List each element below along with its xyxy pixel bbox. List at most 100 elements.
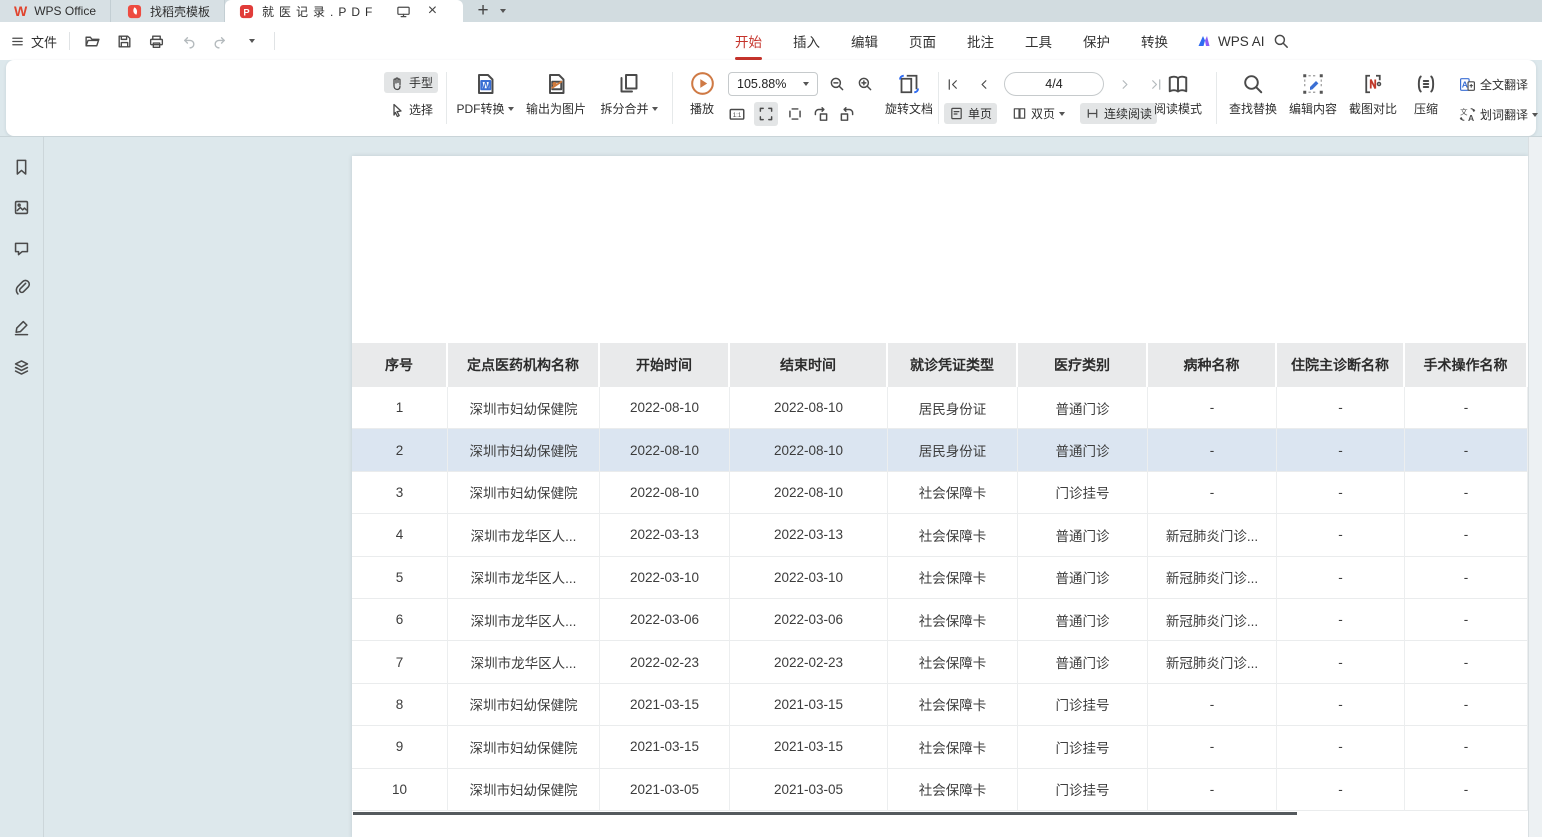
- table-cell: 4: [352, 514, 448, 556]
- table-row: 10深圳市妇幼保健院2021-03-052021-03-05社会保障卡门诊挂号-…: [352, 769, 1528, 811]
- tab-wps-office[interactable]: W WPS Office: [0, 0, 111, 22]
- table-cell: -: [1148, 769, 1277, 811]
- search-icon[interactable]: [1271, 31, 1291, 51]
- menu-item-7[interactable]: 转换: [1141, 31, 1168, 51]
- ribbon-toolbar: 手型 选择 W PDF转换 输出为图片 拆分合并 播放: [6, 60, 1536, 136]
- menu-item-4[interactable]: 批注: [967, 31, 994, 51]
- layers-icon[interactable]: [12, 357, 32, 377]
- table-cell: 深圳市妇幼保健院: [448, 726, 600, 768]
- fit-page-icon[interactable]: [786, 105, 804, 123]
- bookmark-icon[interactable]: [12, 157, 32, 177]
- table-cell: -: [1405, 387, 1528, 429]
- monitor-icon[interactable]: [394, 2, 412, 20]
- table-cell: 2021-03-15: [600, 684, 730, 726]
- tab-document-pdf[interactable]: P 就医记录.PDF ×: [225, 0, 463, 22]
- table-cell: 普通门诊: [1018, 429, 1148, 471]
- pdf-convert-button[interactable]: W PDF转换: [454, 72, 516, 117]
- find-replace-button[interactable]: 查找替换: [1225, 72, 1281, 117]
- file-menu-button[interactable]: 文件: [10, 32, 57, 51]
- open-file-icon[interactable]: [82, 31, 102, 51]
- continuous-reading-icon: [1085, 106, 1100, 121]
- table-cell: 2022-03-10: [600, 557, 730, 599]
- rotate-left-icon[interactable]: [812, 105, 830, 123]
- export-image-button[interactable]: 输出为图片: [522, 72, 590, 117]
- chevron-down-icon: [1532, 113, 1538, 117]
- table-cell: 5: [352, 557, 448, 599]
- screenshot-compare-button[interactable]: 截图对比: [1345, 72, 1401, 117]
- horizontal-scrollbar-thumb[interactable]: [353, 812, 1297, 815]
- table-cell: 深圳市妇幼保健院: [448, 684, 600, 726]
- table-cell: 深圳市龙华区人...: [448, 557, 600, 599]
- fit-width-icon[interactable]: [754, 102, 778, 126]
- table-cell: 新冠肺炎门诊...: [1148, 599, 1277, 641]
- thumbnail-icon[interactable]: [12, 197, 32, 217]
- menu-item-0[interactable]: 开始: [735, 31, 762, 51]
- table-cell: 2022-08-10: [600, 387, 730, 429]
- menu-item-1[interactable]: 插入: [793, 31, 820, 51]
- zoom-out-icon[interactable]: [828, 75, 846, 93]
- zoom-level-combobox[interactable]: 105.88%: [728, 72, 818, 96]
- hand-tool-button[interactable]: 手型: [384, 72, 438, 93]
- table-header-cell: 就诊凭证类型: [888, 343, 1018, 387]
- select-tool-button[interactable]: 选择: [384, 99, 438, 120]
- menu-item-2[interactable]: 编辑: [851, 31, 878, 51]
- svg-text:文: 文: [1460, 107, 1468, 117]
- tab-docer-templates[interactable]: 找稻壳模板: [111, 0, 225, 22]
- continuous-reading-button[interactable]: 连续阅读: [1080, 103, 1157, 124]
- table-cell: -: [1148, 429, 1277, 471]
- full-text-translate-button[interactable]: A 全文翻译: [1454, 74, 1542, 95]
- menu-item-6[interactable]: 保护: [1083, 31, 1110, 51]
- play-button[interactable]: 播放: [684, 71, 720, 117]
- table-cell: 社会保障卡: [888, 472, 1018, 514]
- tab-list-chevron-icon[interactable]: [493, 0, 513, 22]
- split-merge-icon: [617, 72, 641, 96]
- comment-icon[interactable]: [12, 237, 32, 257]
- split-merge-button[interactable]: 拆分合并: [596, 72, 662, 117]
- compress-button[interactable]: 压缩: [1407, 72, 1445, 117]
- vertical-scrollbar[interactable]: [1528, 137, 1542, 837]
- first-page-icon[interactable]: [944, 75, 962, 93]
- full-translate-icon: A: [1459, 76, 1476, 93]
- play-icon: [690, 71, 715, 96]
- redo-icon[interactable]: [210, 31, 230, 51]
- pdf-file-icon: P: [237, 2, 255, 20]
- table-cell: 社会保障卡: [888, 641, 1018, 683]
- chevron-down-icon: [803, 82, 809, 86]
- menu-item-5[interactable]: 工具: [1025, 31, 1052, 51]
- word-translate-button[interactable]: 文A 划词翻译: [1454, 104, 1542, 125]
- table-cell: 深圳市龙华区人...: [448, 641, 600, 683]
- read-mode-button[interactable]: 阅读模式: [1150, 72, 1206, 117]
- print-icon[interactable]: [146, 31, 166, 51]
- svg-text:P: P: [243, 7, 249, 17]
- previous-page-icon[interactable]: [974, 75, 992, 93]
- menu-item-3[interactable]: 页面: [909, 31, 936, 51]
- signature-pen-icon[interactable]: [12, 317, 32, 337]
- wps-ai-button[interactable]: WPS AI: [1196, 22, 1265, 60]
- page-number-input[interactable]: 4/4: [1004, 72, 1104, 96]
- double-page-button[interactable]: 双页: [1007, 103, 1070, 124]
- next-page-icon[interactable]: [1116, 75, 1134, 93]
- edit-content-label: 编辑内容: [1289, 100, 1337, 117]
- single-page-button[interactable]: 单页: [944, 103, 997, 124]
- close-tab-icon[interactable]: ×: [422, 2, 442, 20]
- table-cell: -: [1405, 684, 1528, 726]
- save-icon[interactable]: [114, 31, 134, 51]
- actual-size-icon[interactable]: 1:1: [728, 105, 746, 123]
- double-page-icon: [1012, 106, 1027, 121]
- table-header-cell: 结束时间: [730, 343, 888, 387]
- undo-icon[interactable]: [178, 31, 198, 51]
- attachment-icon[interactable]: [12, 277, 32, 297]
- rotate-right-icon[interactable]: [838, 105, 856, 123]
- zoom-in-icon[interactable]: [856, 75, 874, 93]
- table-cell: 社会保障卡: [888, 769, 1018, 811]
- new-tab-button[interactable]: +: [473, 0, 493, 22]
- undo-history-chevron-icon[interactable]: [242, 31, 262, 51]
- edit-content-button[interactable]: 编辑内容: [1285, 72, 1341, 117]
- table-cell: -: [1405, 641, 1528, 683]
- rotate-document-button[interactable]: 旋转文档: [882, 72, 936, 117]
- table-cell: 社会保障卡: [888, 557, 1018, 599]
- table-cell: 2022-03-06: [730, 599, 888, 641]
- zoom-level-value: 105.88%: [737, 77, 786, 91]
- table-cell: -: [1277, 514, 1405, 556]
- table-cell: -: [1405, 429, 1528, 471]
